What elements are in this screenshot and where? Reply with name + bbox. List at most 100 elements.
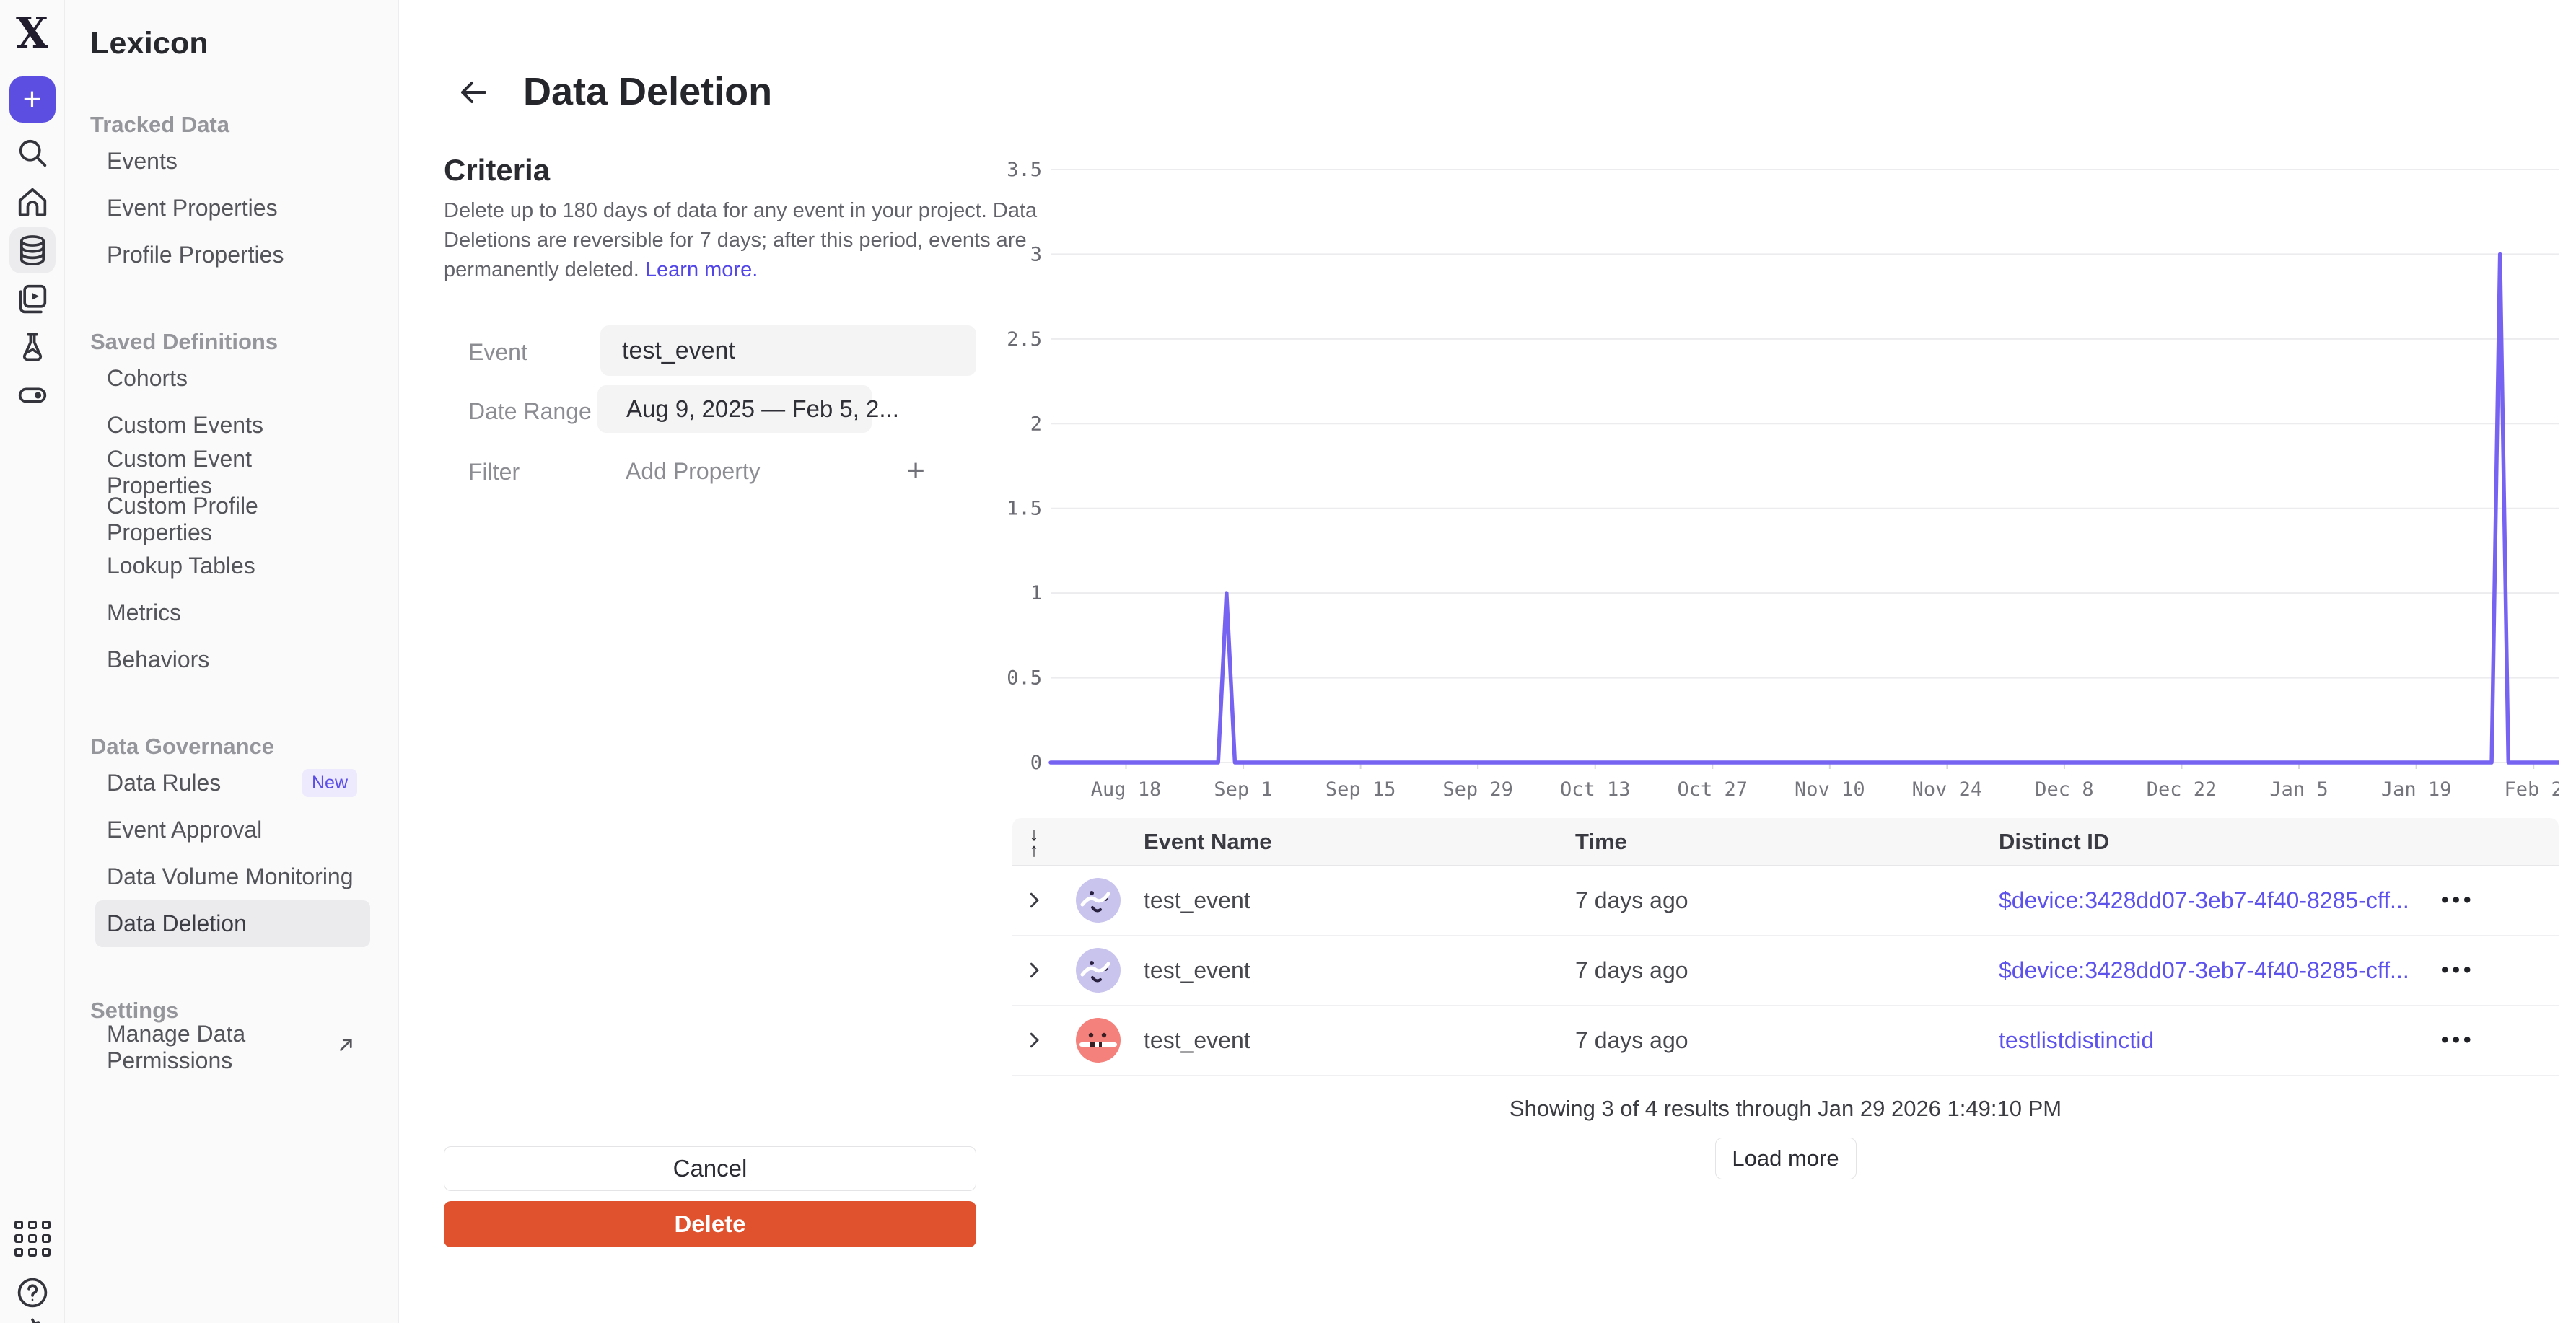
criteria-heading: Criteria xyxy=(444,153,550,188)
svg-text:Sep 15: Sep 15 xyxy=(1326,778,1396,801)
row-menu-button[interactable]: ••• xyxy=(2441,958,2559,983)
svg-text:Nov 10: Nov 10 xyxy=(1795,778,1865,801)
new-badge: New xyxy=(302,769,357,797)
svg-text:Sep 1: Sep 1 xyxy=(1214,778,1272,801)
sidebar-item-events[interactable]: Events xyxy=(95,138,370,185)
sidebar-item-event-properties[interactable]: Event Properties xyxy=(95,185,370,232)
filter-label: Filter xyxy=(468,459,520,485)
sidebar-item-event-approval[interactable]: Event Approval xyxy=(95,806,370,853)
search-icon[interactable] xyxy=(12,133,53,173)
chevron-right-icon[interactable] xyxy=(1012,1029,1056,1051)
svg-text:Dec 22: Dec 22 xyxy=(2147,778,2217,801)
distinct-id-link[interactable]: $device:3428dd07-3eb7-4f40-8285-cff... xyxy=(1999,887,2441,914)
avatar xyxy=(1076,878,1121,923)
svg-text:3: 3 xyxy=(1030,243,1042,265)
load-more-button[interactable]: Load more xyxy=(1715,1138,1857,1179)
sidebar-item-manage-data-permissions[interactable]: Manage Data Permissions xyxy=(95,1024,370,1071)
sidebar-item-metrics[interactable]: Metrics xyxy=(95,589,370,636)
events-line-chart: 0 0.5 1 1.5 2 2.5 3 3.5 Aug 18 Sep 1 Sep 15 Sep 29 O… xyxy=(1003,154,2559,811)
svg-text:1: 1 xyxy=(1030,582,1042,605)
home-icon[interactable] xyxy=(12,182,53,222)
distinct-id-link[interactable]: testlistdistinctid xyxy=(1999,1027,2441,1054)
svg-text:Aug 18: Aug 18 xyxy=(1091,778,1162,801)
svg-text:0: 0 xyxy=(1030,752,1042,774)
sidebar-item-custom-profile-properties[interactable]: Custom Profile Properties xyxy=(95,496,370,542)
svg-text:Nov 24: Nov 24 xyxy=(1912,778,1983,801)
section-settings: Settings Manage Data Permissions xyxy=(90,998,398,1071)
svg-text:Feb 2: Feb 2 xyxy=(2505,778,2559,801)
sidebar-item-data-rules[interactable]: Data Rules New xyxy=(95,760,370,806)
app-root: X + Lexicon xyxy=(0,0,2576,1323)
svg-text:1.5: 1.5 xyxy=(1007,498,1042,520)
event-input[interactable] xyxy=(600,325,976,376)
create-plus-button[interactable]: + xyxy=(9,76,56,123)
main-content: Data Deletion Criteria Delete up to 180 … xyxy=(399,0,2576,1323)
feature-flags-toggle-icon[interactable] xyxy=(12,375,53,416)
sidebar-item-profile-properties[interactable]: Profile Properties xyxy=(95,232,370,278)
help-icon[interactable] xyxy=(12,1273,53,1313)
event-label: Event xyxy=(468,339,527,366)
avatar xyxy=(1076,948,1121,993)
cell-time: 7 days ago xyxy=(1575,887,1999,914)
delete-button[interactable]: Delete xyxy=(444,1201,976,1247)
svg-text:Jan 19: Jan 19 xyxy=(2381,778,2452,801)
table-row[interactable]: test_event 7 days ago $device:3428dd07-3… xyxy=(1012,866,2559,936)
cell-time: 7 days ago xyxy=(1575,1027,1999,1054)
cancel-button[interactable]: Cancel xyxy=(444,1146,976,1191)
add-property-button[interactable]: Add Property + xyxy=(600,449,932,493)
sidebar-item-behaviors[interactable]: Behaviors xyxy=(95,636,370,683)
sidebar-item-cohorts[interactable]: Cohorts xyxy=(95,355,370,402)
section-saved-definitions: Saved Definitions Cohorts Custom Events … xyxy=(90,329,398,683)
sidebar-item-data-deletion[interactable]: Data Deletion xyxy=(95,900,370,947)
lexicon-sidebar: Lexicon Tracked Data Events Event Proper… xyxy=(65,0,399,1323)
sort-icon[interactable]: ↓↑ xyxy=(1012,826,1056,858)
mixpanel-logo-icon[interactable]: X xyxy=(12,13,53,53)
criteria-description: Delete up to 180 days of data for any ev… xyxy=(444,196,1051,285)
col-time: Time xyxy=(1575,829,1999,855)
results-table: ↓↑ Event Name Time Distinct ID test_even… xyxy=(1012,818,2559,1179)
svg-text:0.5: 0.5 xyxy=(1007,667,1042,690)
avatar xyxy=(1076,1018,1121,1063)
sidebar-item-lookup-tables[interactable]: Lookup Tables xyxy=(95,542,370,589)
cell-event-name: test_event xyxy=(1144,887,1575,914)
section-header: Saved Definitions xyxy=(90,329,398,355)
row-menu-button[interactable]: ••• xyxy=(2441,888,2559,913)
data-management-icon[interactable] xyxy=(9,227,56,273)
sidebar-item-custom-event-properties[interactable]: Custom Event Properties xyxy=(95,449,370,496)
col-distinct-id: Distinct ID xyxy=(1999,829,2441,855)
table-header: ↓↑ Event Name Time Distinct ID xyxy=(1012,818,2559,866)
sidebar-item-custom-events[interactable]: Custom Events xyxy=(95,402,370,449)
sidebar-item-data-volume-monitoring[interactable]: Data Volume Monitoring xyxy=(95,853,370,900)
cell-time: 7 days ago xyxy=(1575,957,1999,984)
back-button[interactable] xyxy=(455,74,492,111)
date-range-button[interactable]: Aug 9, 2025 — Feb 5, 2... xyxy=(597,385,872,433)
section-data-governance: Data Governance Data Rules New Event App… xyxy=(90,734,398,947)
settings-gear-icon[interactable] xyxy=(12,1314,53,1323)
date-range-label: Date Range xyxy=(468,398,592,425)
svg-text:Dec 8: Dec 8 xyxy=(2035,778,2093,801)
svg-text:Oct 27: Oct 27 xyxy=(1678,778,1748,801)
boards-icon[interactable] xyxy=(12,278,53,319)
chevron-right-icon[interactable] xyxy=(1012,959,1056,981)
col-event-name: Event Name xyxy=(1144,829,1575,855)
svg-text:2: 2 xyxy=(1030,413,1042,435)
svg-text:2.5: 2.5 xyxy=(1007,328,1042,351)
external-link-icon xyxy=(336,1034,357,1061)
table-row[interactable]: test_event 7 days ago testlistdistinctid… xyxy=(1012,1006,2559,1076)
svg-text:Oct 13: Oct 13 xyxy=(1560,778,1631,801)
cell-event-name: test_event xyxy=(1144,1027,1575,1054)
row-menu-button[interactable]: ••• xyxy=(2441,1028,2559,1052)
results-summary: Showing 3 of 4 results through Jan 29 20… xyxy=(1012,1096,2559,1122)
section-tracked-data: Tracked Data Events Event Properties Pro… xyxy=(90,112,398,278)
distinct-id-link[interactable]: $device:3428dd07-3eb7-4f40-8285-cff... xyxy=(1999,957,2441,984)
icon-rail: X + xyxy=(0,0,65,1323)
svg-text:Sep 29: Sep 29 xyxy=(1442,778,1513,801)
table-row[interactable]: test_event 7 days ago $device:3428dd07-3… xyxy=(1012,936,2559,1006)
svg-text:3.5: 3.5 xyxy=(1007,159,1042,181)
section-header: Data Governance xyxy=(90,734,398,760)
sidebar-title: Lexicon xyxy=(90,26,398,61)
experiments-flask-icon[interactable] xyxy=(12,327,53,367)
chevron-right-icon[interactable] xyxy=(1012,889,1056,911)
learn-more-link[interactable]: Learn more. xyxy=(645,258,758,281)
apps-grid-icon[interactable] xyxy=(12,1218,53,1259)
